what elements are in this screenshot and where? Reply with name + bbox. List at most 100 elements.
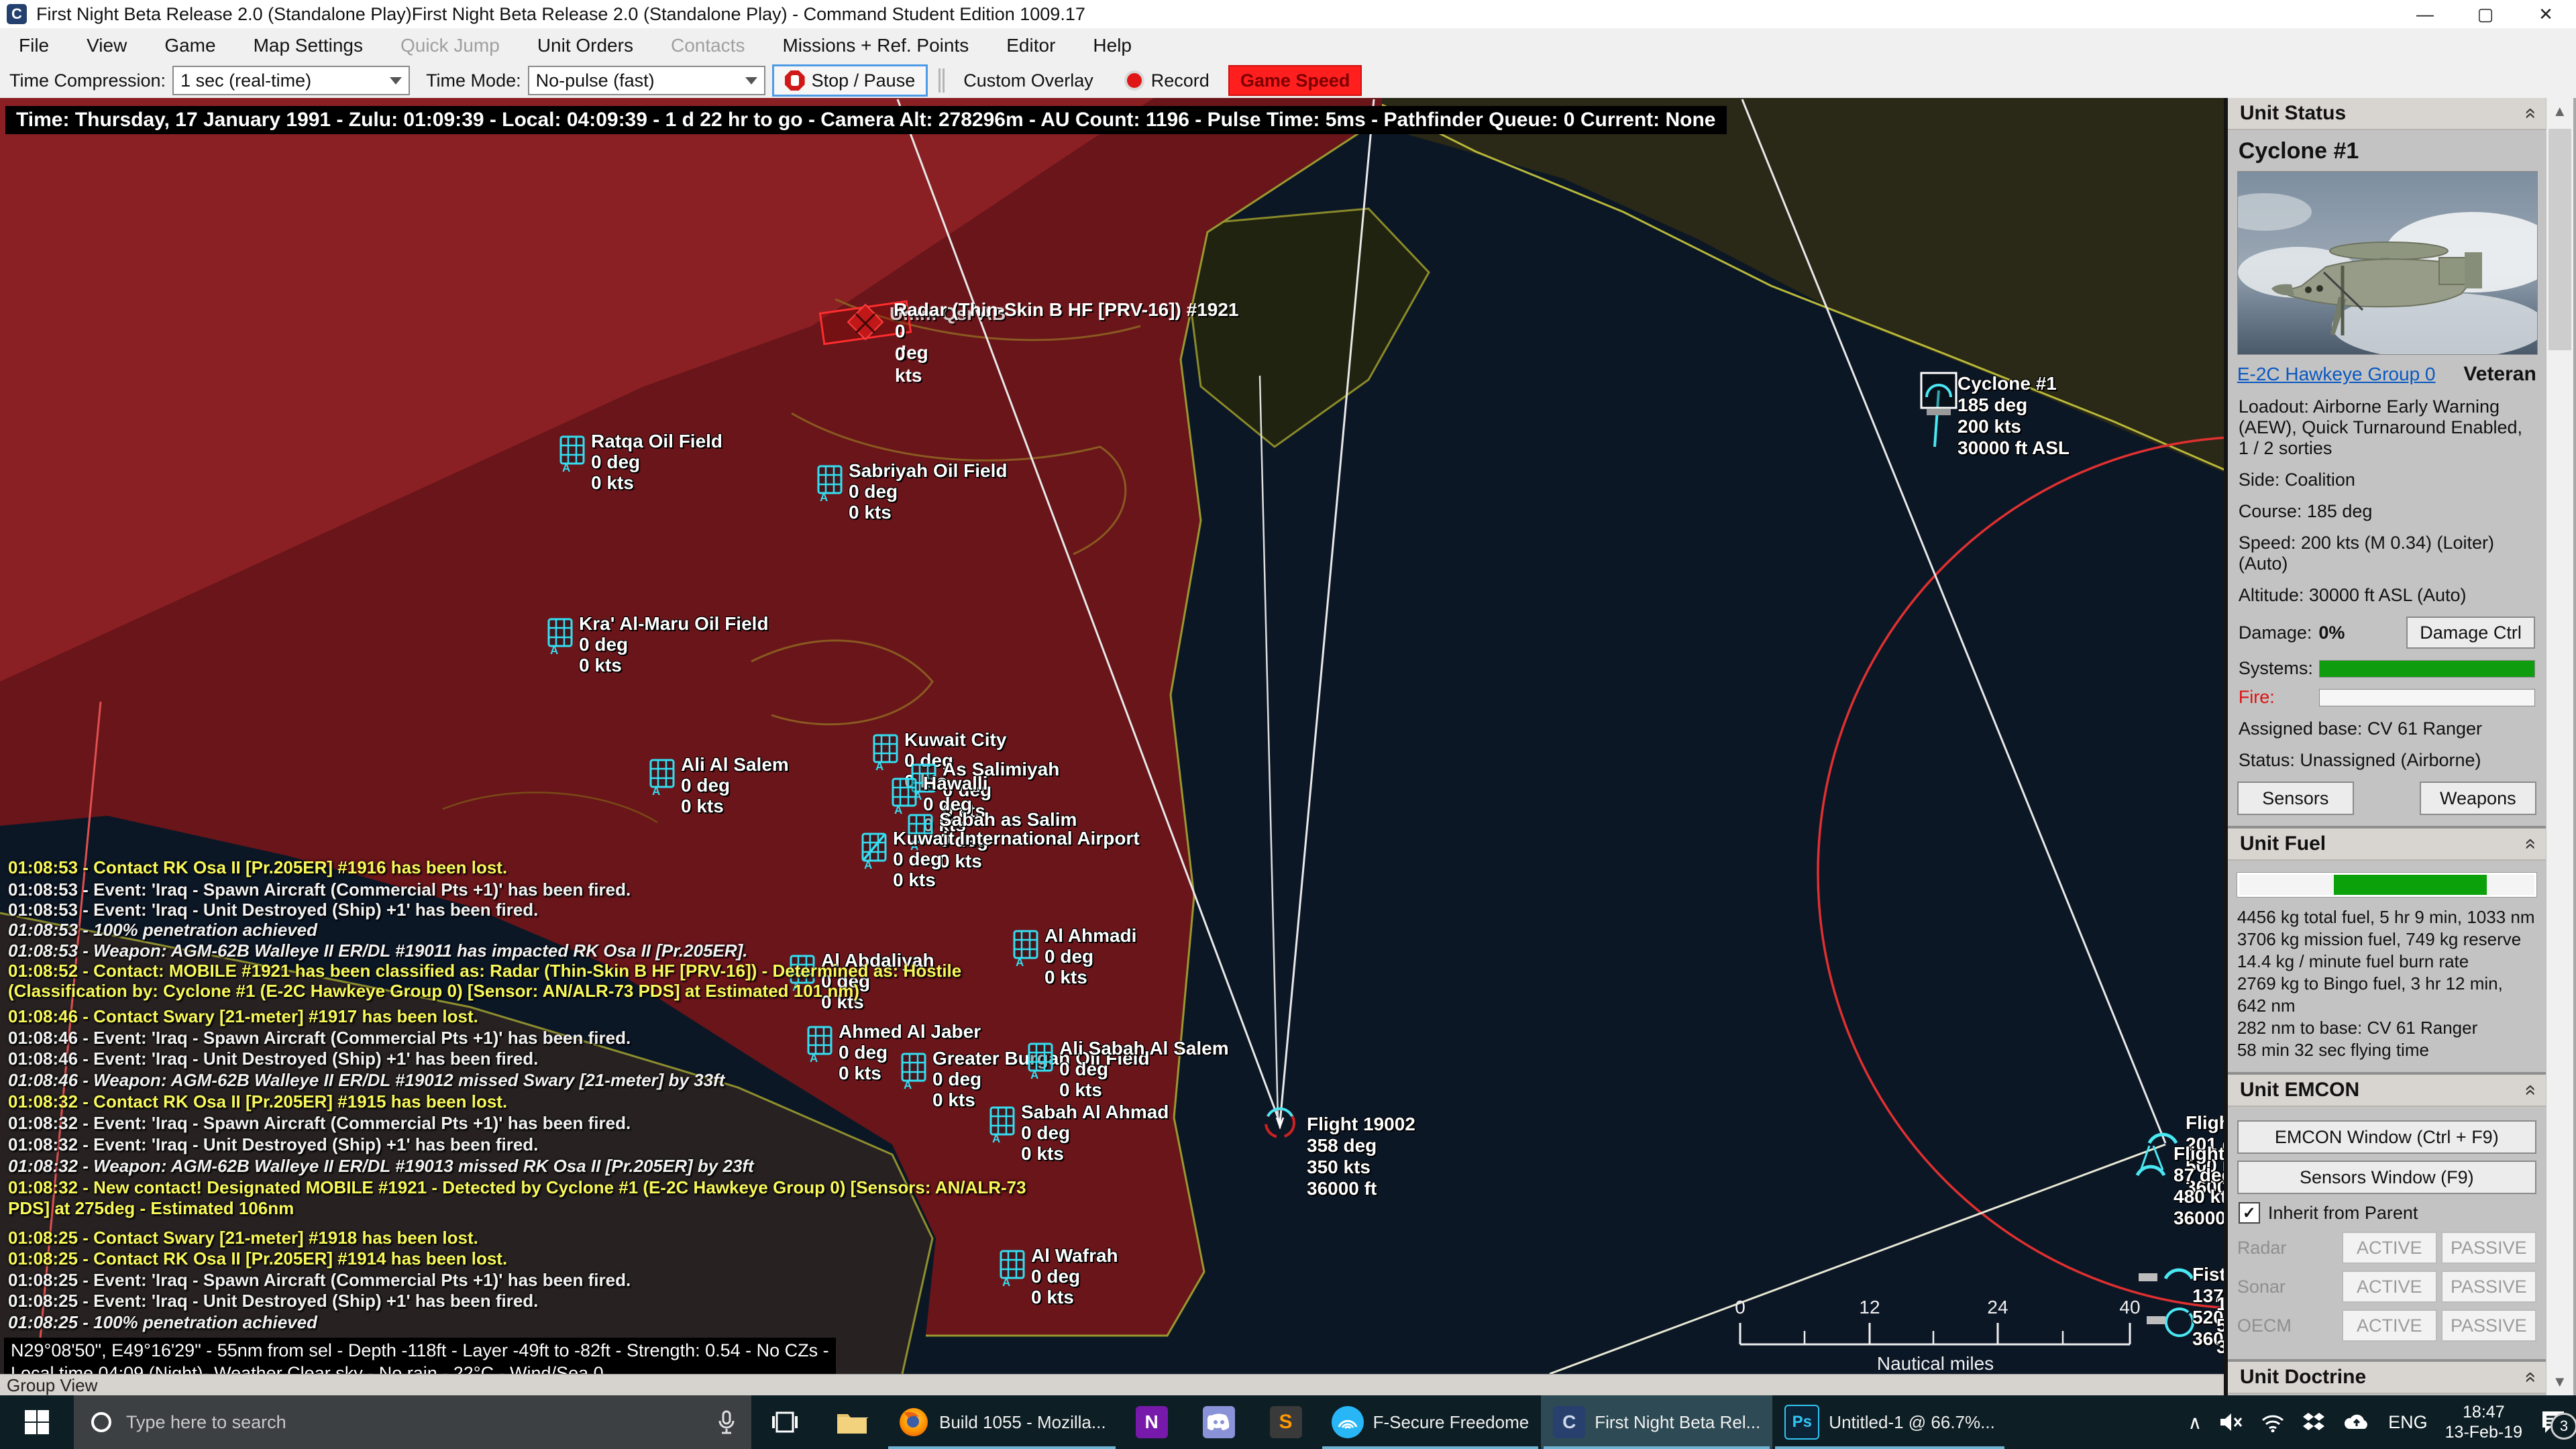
taskbar-app-sublime[interactable]: S [1252,1395,1320,1449]
facility-course: 0 deg [579,634,769,655]
unit-emcon-header[interactable]: Unit EMCON » [2228,1075,2546,1107]
oecm-active-button[interactable]: ACTIVE [2342,1309,2437,1342]
sonar-passive-button[interactable]: PASSIVE [2441,1271,2536,1303]
collapse-icon[interactable]: » [2518,1085,2540,1096]
facility-name: Al Wafrah [1031,1245,1118,1266]
collapse-icon[interactable]: » [2518,839,2540,850]
facility-name: Kuwait International Airport [893,828,1140,849]
facility-icon: A [1027,1042,1055,1079]
svg-text:A: A [652,785,660,796]
custom-overlay-button[interactable]: Custom Overlay [951,65,1106,96]
sidebar-scrollbar[interactable]: ▲ ▼ [2546,98,2573,1395]
scroll-down-icon[interactable]: ▼ [2546,1368,2573,1395]
group-link[interactable]: E-2C Hawkeye Group 0 [2237,364,2436,385]
taskbar-app-photoshop[interactable]: Ps Untitled-1 @ 66.7%... [1772,1395,2007,1449]
radar-passive-button[interactable]: PASSIVE [2441,1232,2536,1264]
sonar-active-button[interactable]: ACTIVE [2342,1271,2437,1303]
facility-speed: 0 kts [591,472,722,493]
emcon-window-button[interactable]: EMCON Window (Ctrl + F9) [2237,1120,2536,1154]
map-facility-15[interactable]: A Al Wafrah0 deg0 kts [999,1249,1118,1307]
fuel-bingo-line: 2769 kg to Bingo fuel, 3 hr 12 min, 642 … [2237,973,2536,1017]
map-label-line: 200 kts [1957,416,2070,437]
time-compression-select[interactable]: 1 sec (real-time) [172,66,410,95]
collapse-icon[interactable]: » [2518,108,2540,119]
chevron-down-icon [745,77,757,85]
notification-badge: 3 [2551,1413,2576,1440]
taskbar-app-command[interactable]: C First Night Beta Rel... [1541,1395,1772,1449]
damage-ctrl-button[interactable]: Damage Ctrl [2406,616,2535,649]
scroll-up-icon[interactable]: ▲ [2546,98,2573,125]
map-label-line: Cyclone #1 [1957,373,2070,394]
inherit-from-parent-checkbox[interactable]: ✓ [2239,1202,2260,1224]
taskbar-app-discord[interactable] [1185,1395,1252,1449]
sensors-button[interactable]: Sensors [2237,782,2354,815]
svg-text:A: A [875,760,883,771]
unit-doctrine-header[interactable]: Unit Doctrine » [2228,1362,2546,1394]
menu-help[interactable]: Help [1074,35,1150,56]
svg-text:A: A [820,491,828,502]
volume-muted-icon[interactable] [2219,1411,2243,1433]
sensors-window-button[interactable]: Sensors Window (F9) [2237,1161,2536,1194]
map-facility-0[interactable]: A Ratqa Oil Field0 deg0 kts [559,435,722,493]
microphone-icon[interactable] [716,1409,737,1436]
svg-text:Nautical miles: Nautical miles [1877,1353,1994,1374]
oecm-passive-button[interactable]: PASSIVE [2441,1309,2536,1342]
system-tray: ∧ ENG 18:47 13-Feb-19 3 [2188,1395,2576,1449]
dropbox-icon[interactable] [2302,1411,2325,1433]
menu-editor[interactable]: Editor [987,35,1074,56]
wifi-icon[interactable] [2261,1412,2285,1432]
facility-name: Ali Sabah Al Salem [1059,1038,1229,1059]
facility-name: Ratqa Oil Field [591,431,722,451]
action-center-button[interactable]: 3 [2540,1410,2567,1434]
record-button[interactable]: Record [1112,65,1222,96]
svg-text:0: 0 [1735,1297,1746,1318]
menu-file[interactable]: File [0,35,68,56]
menu-missions-ref-points[interactable]: Missions + Ref. Points [763,35,987,56]
group-view-bar[interactable]: Group View [0,1374,2227,1396]
fuel-mission-line: 3706 kg mission fuel, 749 kg reserve [2237,928,2536,951]
weapons-button[interactable]: Weapons [2420,782,2536,815]
close-button[interactable]: ✕ [2516,0,2576,28]
menu-contacts: Contacts [652,35,764,56]
file-explorer-button[interactable] [818,1395,885,1449]
map-facility-3[interactable]: A Ali Al Salem0 deg0 kts [649,758,789,816]
start-button[interactable] [0,1395,74,1449]
collapse-icon[interactable]: » [2518,1372,2540,1383]
menu-game[interactable]: Game [146,35,234,56]
unit-status-header[interactable]: Unit Status » [2228,98,2546,130]
taskbar-search-box[interactable]: Type here to search [74,1395,751,1449]
radar-active-button[interactable]: ACTIVE [2342,1232,2437,1264]
taskbar-app-fsecure[interactable]: F-Secure Freedome [1320,1395,1542,1449]
minimize-button[interactable]: — [2395,0,2455,28]
fuel-gauge [2237,873,2536,897]
map-facility-14[interactable]: A Sabah Al Ahmad0 deg0 kts [989,1106,1169,1164]
maximize-button[interactable]: ▢ [2455,0,2516,28]
tactical-map[interactable]: 0 12 24 40 Nautical miles [0,98,2227,1374]
menu-map-settings[interactable]: Map Settings [235,35,382,56]
unit-fuel-header[interactable]: Unit Fuel » [2228,828,2546,861]
clock[interactable]: 18:47 13-Feb-19 [2445,1402,2522,1442]
map-facility-1[interactable]: A Sabriyah Oil Field0 deg0 kts [816,464,1008,523]
contact-1921-speed: 0 kts [895,343,922,386]
map-label-line: 36000 [2174,1208,2227,1229]
map-facility-9[interactable]: A Al Ahmadi0 deg0 kts [1012,929,1136,987]
map-facility-13[interactable]: A Ali Sabah Al Salem0 deg0 kts [1027,1042,1229,1100]
time-mode-select[interactable]: No-pulse (fast) [528,66,765,95]
taskbar-app-onenote[interactable]: N [1118,1395,1185,1449]
tray-expand-icon[interactable]: ∧ [2188,1411,2202,1434]
taskbar-app-firefox[interactable]: Build 1055 - Mozilla... [885,1395,1118,1449]
map-facility-2[interactable]: A Kra' Al-Maru Oil Field0 deg0 kts [547,617,769,676]
stop-pause-button[interactable]: Stop / Pause [772,64,928,97]
facility-name: Kra' Al-Maru Oil Field [579,613,769,634]
input-language[interactable]: ENG [2388,1412,2428,1433]
facility-course: 0 deg [1059,1059,1229,1079]
task-view-button[interactable] [751,1395,818,1449]
running-indicator [1322,1446,1539,1449]
menu-unit-orders[interactable]: Unit Orders [519,35,652,56]
scrollbar-thumb[interactable] [2548,129,2571,350]
menu-view[interactable]: View [68,35,146,56]
onedrive-icon[interactable] [2343,1413,2371,1432]
map-facility-8[interactable]: A Kuwait International Airport0 deg0 kts [861,832,1140,890]
photoshop-window-label: Untitled-1 @ 66.7%... [1829,1412,1995,1433]
game-speed-button[interactable]: Game Speed [1228,65,1362,96]
